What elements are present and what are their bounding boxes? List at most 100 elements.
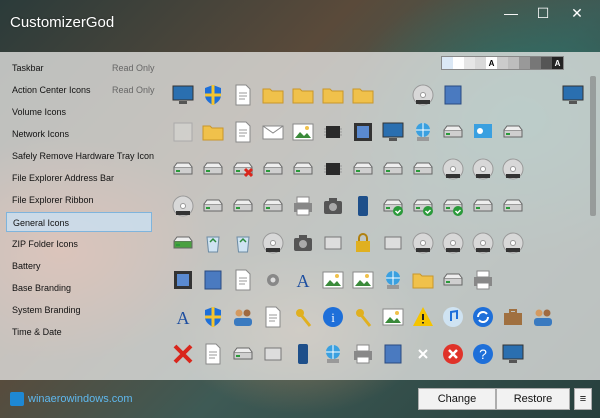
close-button[interactable]: ✕ <box>554 0 600 26</box>
sidebar-item[interactable]: Battery <box>6 256 152 276</box>
drive-green-icon[interactable] <box>168 228 198 258</box>
cd-icon[interactable] <box>408 80 438 110</box>
picture-frame-icon[interactable] <box>378 302 408 332</box>
cd-icon[interactable] <box>408 228 438 258</box>
drive-check-icon[interactable] <box>438 191 468 221</box>
scroll-thumb[interactable] <box>590 76 596 216</box>
change-button[interactable]: Change <box>418 388 496 410</box>
chip-icon[interactable] <box>318 154 348 184</box>
cd-r-icon[interactable] <box>438 228 468 258</box>
envelope-icon[interactable] <box>258 117 288 147</box>
phone-icon[interactable] <box>348 191 378 221</box>
music-icon[interactable] <box>438 302 468 332</box>
cd-rom-icon[interactable] <box>468 228 498 258</box>
sidebar-item[interactable]: Safely Remove Hardware Tray Icon <box>6 146 154 166</box>
brand-link[interactable]: winaerowindows.com <box>10 392 133 406</box>
drive-icon[interactable] <box>498 191 528 221</box>
list-document-icon[interactable] <box>228 117 258 147</box>
drive-icon[interactable] <box>258 191 288 221</box>
network-icon[interactable] <box>408 117 438 147</box>
folder-icon[interactable] <box>288 80 318 110</box>
sidebar-item[interactable]: ZIP Folder Icons <box>6 234 152 254</box>
lock-icon[interactable] <box>348 228 378 258</box>
drive-icon[interactable] <box>198 191 228 221</box>
film-reel-icon[interactable] <box>168 265 198 295</box>
shield-icon[interactable] <box>198 302 228 332</box>
checklist-icon[interactable] <box>258 302 288 332</box>
dvd-icon[interactable] <box>258 228 288 258</box>
window-icon[interactable] <box>558 80 584 110</box>
blank-icon[interactable] <box>168 117 198 147</box>
shield-icon[interactable] <box>198 80 228 110</box>
printer-icon[interactable] <box>288 191 318 221</box>
sd-card-icon[interactable] <box>378 228 408 258</box>
photo-camera-icon[interactable] <box>288 228 318 258</box>
cd-rw-icon[interactable] <box>498 228 528 258</box>
restore-button[interactable]: Restore <box>496 388 570 410</box>
drive-x-icon[interactable] <box>228 154 258 184</box>
color-swatch[interactable] <box>453 57 464 69</box>
font-icon[interactable]: A <box>288 265 318 295</box>
drive-icon[interactable] <box>228 339 258 369</box>
drive-icon[interactable] <box>498 117 528 147</box>
color-swatch[interactable] <box>464 57 475 69</box>
monitor-icon[interactable] <box>168 80 198 110</box>
sidebar-item[interactable]: General Icons <box>6 212 152 232</box>
folder-icon[interactable] <box>258 80 288 110</box>
sidebar-item[interactable]: Network Icons <box>6 124 152 144</box>
users-icon[interactable] <box>528 302 558 332</box>
film-icon[interactable] <box>348 117 378 147</box>
drive-icon[interactable] <box>168 154 198 184</box>
users-icon[interactable] <box>228 302 258 332</box>
blue-box-icon[interactable] <box>378 339 408 369</box>
camera-icon[interactable] <box>318 191 348 221</box>
disc-drive-icon[interactable] <box>198 154 228 184</box>
sidebar-item[interactable]: Time & Date <box>6 322 152 342</box>
sync-icon[interactable] <box>468 302 498 332</box>
document-icon[interactable] <box>198 339 228 369</box>
error-icon[interactable] <box>438 339 468 369</box>
sidebar-item[interactable]: Volume Icons <box>6 102 152 122</box>
picture-icon[interactable] <box>318 265 348 295</box>
sidebar-item[interactable]: File Explorer Address Bar <box>6 168 152 188</box>
briefcase-icon[interactable] <box>498 302 528 332</box>
scanner-icon[interactable] <box>348 339 378 369</box>
drive-icon[interactable] <box>378 154 408 184</box>
drive-icon[interactable] <box>438 117 468 147</box>
drive-icon[interactable] <box>228 191 258 221</box>
color-swatch[interactable] <box>475 57 486 69</box>
drive-check-icon[interactable] <box>408 191 438 221</box>
disc-drive-icon[interactable] <box>408 154 438 184</box>
dvd-ram-icon[interactable] <box>468 154 498 184</box>
keyboard-icon[interactable] <box>288 302 318 332</box>
control-panel-icon[interactable] <box>468 117 498 147</box>
drive-check-icon[interactable] <box>378 191 408 221</box>
sidebar-item[interactable]: Base Branding <box>6 278 152 298</box>
circuit-icon[interactable] <box>318 117 348 147</box>
folder-icon[interactable] <box>318 80 348 110</box>
printer-icon[interactable] <box>468 265 498 295</box>
drive-icon[interactable] <box>258 154 288 184</box>
plug-icon[interactable] <box>318 228 348 258</box>
font-a-icon[interactable]: A <box>168 302 198 332</box>
drive-icon[interactable] <box>348 154 378 184</box>
dvd-rw-icon[interactable] <box>168 191 198 221</box>
landscape-icon[interactable] <box>348 265 378 295</box>
warning-icon[interactable] <box>408 302 438 332</box>
sidebar-item[interactable]: File Explorer Ribbon <box>6 190 152 210</box>
drive-icon[interactable] <box>468 191 498 221</box>
sidebar-item[interactable]: Action Center Icons Read Only <box>6 80 155 100</box>
dvd-icon[interactable] <box>438 154 468 184</box>
color-swatch[interactable]: A <box>486 57 497 69</box>
color-swatch[interactable] <box>442 57 453 69</box>
sidebar-item[interactable]: System Branding <box>6 300 152 320</box>
icon-grid-scrollbar[interactable] <box>588 76 598 380</box>
color-swatch[interactable] <box>541 57 552 69</box>
info-icon[interactable]: i <box>318 302 348 332</box>
recycle-empty-icon[interactable] <box>228 228 258 258</box>
picture-icon[interactable] <box>288 117 318 147</box>
monitor-check-icon[interactable] <box>378 117 408 147</box>
color-swatch[interactable] <box>519 57 530 69</box>
folder-narrow-icon[interactable] <box>348 80 378 110</box>
folder-search-icon[interactable] <box>198 117 228 147</box>
